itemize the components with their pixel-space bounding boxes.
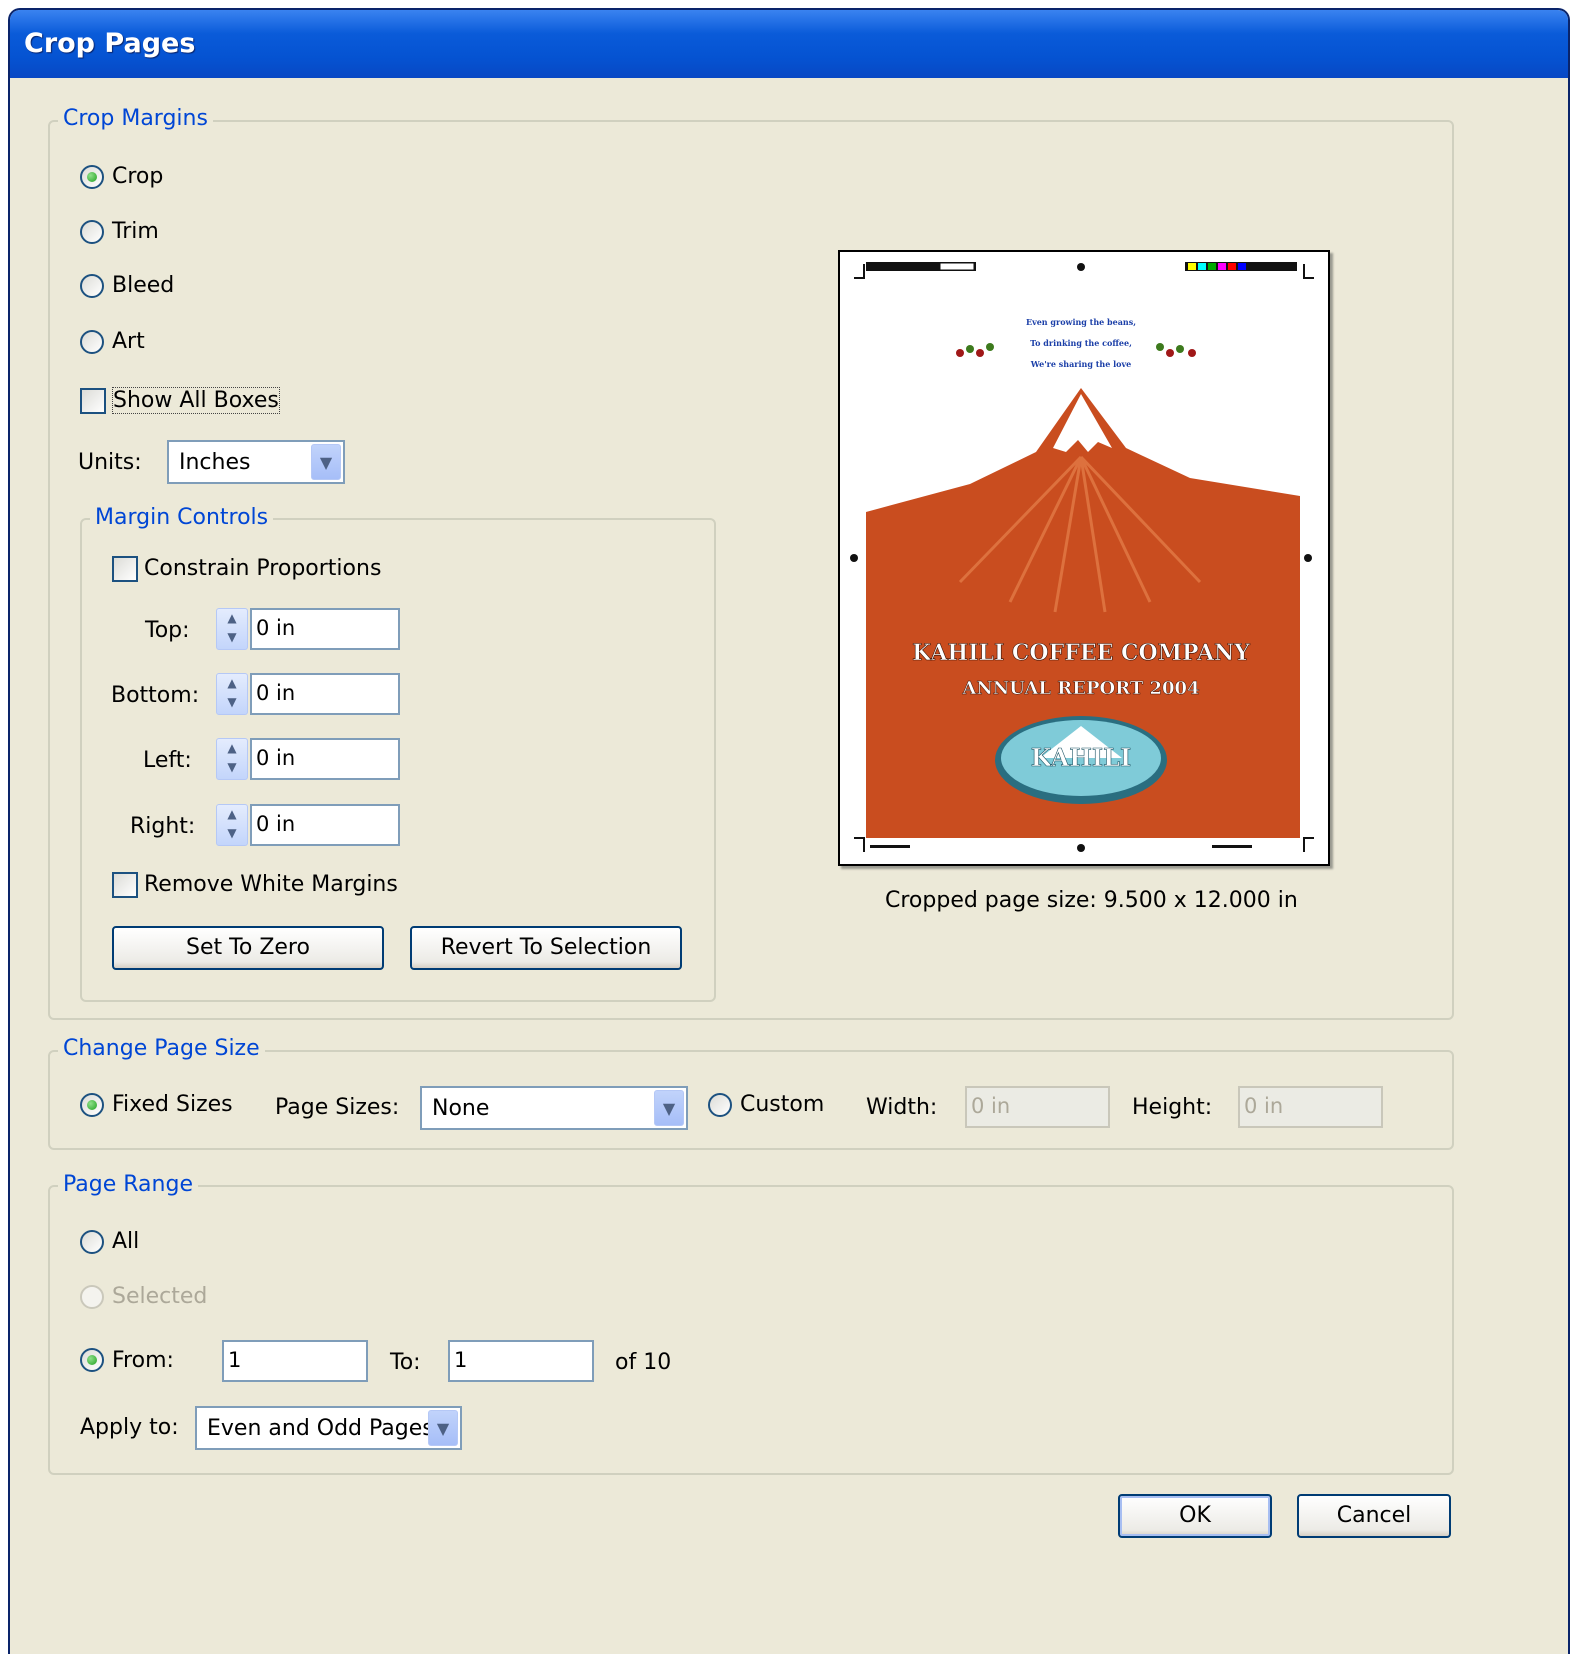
remove-white-margins-checkbox[interactable] xyxy=(112,872,138,898)
crop-pages-dialog: Crop Pages Crop Margins Crop Trim Bleed … xyxy=(8,8,1570,1654)
from-radio[interactable] xyxy=(80,1348,104,1372)
preview-text-line-3: We're sharing the love xyxy=(1030,359,1131,369)
all-pages-label[interactable]: All xyxy=(112,1229,139,1254)
change-page-size-legend: Change Page Size xyxy=(58,1036,265,1061)
units-label: Units: xyxy=(78,450,142,475)
show-all-boxes-checkbox[interactable] xyxy=(80,388,106,414)
right-spinner[interactable]: ▲ ▼ xyxy=(216,804,248,846)
right-margin-input[interactable]: 0 in xyxy=(250,804,400,846)
crop-radio[interactable] xyxy=(80,165,104,189)
fixed-sizes-radio[interactable] xyxy=(80,1093,104,1117)
custom-radio[interactable] xyxy=(708,1093,732,1117)
left-spinner[interactable]: ▲ ▼ xyxy=(216,738,248,780)
top-label: Top: xyxy=(145,618,190,643)
bottom-label: Bottom: xyxy=(111,683,200,708)
top-spinner[interactable]: ▲ ▼ xyxy=(216,608,248,650)
units-select-value: Inches xyxy=(179,450,251,475)
apply-to-select[interactable]: Even and Odd Pages ▼ xyxy=(195,1406,462,1450)
window-title: Crop Pages xyxy=(24,28,196,59)
selected-pages-radio[interactable] xyxy=(80,1285,104,1309)
show-all-boxes-label[interactable]: Show All Boxes xyxy=(112,387,280,414)
page-count-label: of 10 xyxy=(615,1350,672,1375)
art-radio[interactable] xyxy=(80,330,104,354)
bleed-radio-label[interactable]: Bleed xyxy=(112,273,174,298)
height-input[interactable]: 0 in xyxy=(1238,1086,1383,1128)
crop-margins-legend: Crop Margins xyxy=(58,106,213,131)
page-sizes-select-value: None xyxy=(432,1096,490,1121)
coffee-cherries-left xyxy=(956,343,994,357)
right-label: Right: xyxy=(130,814,196,839)
preview-report-title: ANNUAL REPORT 2004 xyxy=(961,678,1199,699)
ok-button[interactable]: OK xyxy=(1118,1494,1272,1538)
set-to-zero-button[interactable]: Set To Zero xyxy=(112,926,384,970)
constrain-proportions-checkbox[interactable] xyxy=(112,556,138,582)
top-margin-input[interactable]: 0 in xyxy=(250,608,400,650)
all-pages-radio[interactable] xyxy=(80,1230,104,1254)
width-input[interactable]: 0 in xyxy=(965,1086,1110,1128)
chevron-down-icon[interactable]: ▼ xyxy=(428,1410,458,1446)
page-preview: Even growing the beans, To drinking the … xyxy=(838,250,1330,866)
preview-text-line-2: To drinking the coffee, xyxy=(1030,338,1132,348)
page-thumbnail: Even growing the beans, To drinking the … xyxy=(850,262,1314,852)
chevron-down-icon[interactable]: ▼ xyxy=(654,1090,684,1126)
to-page-input[interactable]: 1 xyxy=(448,1340,594,1382)
trim-radio-label[interactable]: Trim xyxy=(112,219,159,244)
height-label: Height: xyxy=(1132,1095,1213,1120)
units-select[interactable]: Inches ▼ xyxy=(167,440,345,484)
chevron-down-icon[interactable]: ▼ xyxy=(311,444,341,480)
preview-text-line-1: Even growing the beans, xyxy=(1026,317,1136,327)
art-radio-label[interactable]: Art xyxy=(112,329,145,354)
selected-pages-label[interactable]: Selected xyxy=(112,1284,207,1309)
left-label: Left: xyxy=(143,748,192,773)
margin-controls-legend: Margin Controls xyxy=(90,505,274,530)
bottom-margin-input[interactable]: 0 in xyxy=(250,673,400,715)
to-label: To: xyxy=(390,1350,421,1375)
custom-label[interactable]: Custom xyxy=(740,1092,824,1117)
fixed-sizes-label[interactable]: Fixed Sizes xyxy=(112,1092,233,1117)
logo-text: KAHILI xyxy=(1031,743,1132,772)
page-sizes-label: Page Sizes: xyxy=(275,1095,400,1120)
cropped-page-size-caption: Cropped page size: 9.500 x 12.000 in xyxy=(885,888,1298,913)
constrain-proportions-label[interactable]: Constrain Proportions xyxy=(144,556,381,581)
cancel-button[interactable]: Cancel xyxy=(1297,1494,1451,1538)
crop-radio-label[interactable]: Crop xyxy=(112,164,163,189)
title-bar[interactable]: Crop Pages xyxy=(10,10,1568,78)
apply-to-select-value: Even and Odd Pages xyxy=(207,1416,434,1441)
page-range-legend: Page Range xyxy=(58,1172,198,1197)
page-sizes-select[interactable]: None ▼ xyxy=(420,1086,688,1130)
apply-to-label: Apply to: xyxy=(80,1415,179,1440)
coffee-cherries-right xyxy=(1156,343,1196,357)
width-label: Width: xyxy=(866,1095,938,1120)
trim-radio[interactable] xyxy=(80,220,104,244)
bleed-radio[interactable] xyxy=(80,274,104,298)
revert-to-selection-button[interactable]: Revert To Selection xyxy=(410,926,682,970)
from-page-input[interactable]: 1 xyxy=(222,1340,368,1382)
preview-company-name: KAHILI COFFEE COMPANY xyxy=(912,640,1250,666)
kahili-logo: KAHILI xyxy=(995,716,1167,804)
remove-white-margins-label[interactable]: Remove White Margins xyxy=(144,872,398,897)
bottom-spinner[interactable]: ▲ ▼ xyxy=(216,673,248,715)
from-label[interactable]: From: xyxy=(112,1348,174,1373)
left-margin-input[interactable]: 0 in xyxy=(250,738,400,780)
